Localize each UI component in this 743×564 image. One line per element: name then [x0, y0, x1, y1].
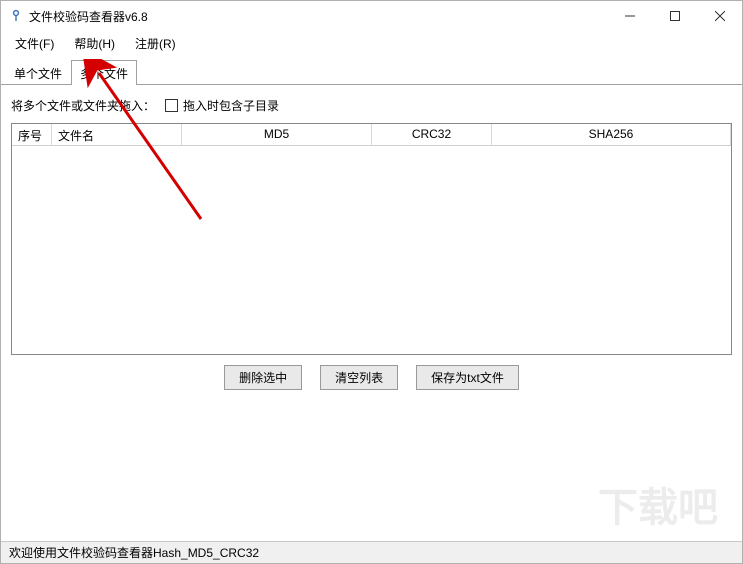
- col-md5[interactable]: MD5: [182, 124, 372, 145]
- delete-selected-button[interactable]: 删除选中: [224, 365, 302, 390]
- title-bar: 文件校验码查看器v6.8: [1, 1, 742, 31]
- status-text: 欢迎使用文件校验码查看器Hash_MD5_CRC32: [9, 544, 259, 561]
- tab-content-multi: 将多个文件或文件夹拖入： 拖入时包含子目录 序号 文件名 MD5 CRC32 S…: [1, 84, 742, 541]
- include-subdir-checkbox[interactable]: [165, 99, 178, 112]
- file-table[interactable]: 序号 文件名 MD5 CRC32 SHA256: [11, 123, 732, 355]
- menu-help[interactable]: 帮助(H): [64, 31, 125, 55]
- window-controls: [607, 1, 742, 31]
- include-subdir-label: 拖入时包含子目录: [183, 97, 279, 114]
- empty-space: [11, 400, 732, 541]
- maximize-button[interactable]: [652, 1, 697, 31]
- minimize-button[interactable]: [607, 1, 652, 31]
- include-subdir-checkbox-wrap[interactable]: 拖入时包含子目录: [165, 97, 279, 114]
- tab-single-file[interactable]: 单个文件: [5, 60, 71, 85]
- menu-file[interactable]: 文件(F): [5, 31, 64, 55]
- instruction-row: 将多个文件或文件夹拖入： 拖入时包含子目录: [11, 93, 732, 117]
- tab-bar: 单个文件 多个文件: [1, 55, 742, 84]
- table-body[interactable]: [12, 146, 731, 354]
- window-title: 文件校验码查看器v6.8: [29, 8, 607, 25]
- app-icon: [9, 9, 23, 23]
- menu-register[interactable]: 注册(R): [125, 31, 186, 55]
- col-seq[interactable]: 序号: [12, 124, 52, 145]
- status-bar: 欢迎使用文件校验码查看器Hash_MD5_CRC32: [1, 541, 742, 563]
- col-crc32[interactable]: CRC32: [372, 124, 492, 145]
- button-row: 删除选中 清空列表 保存为txt文件: [11, 355, 732, 400]
- clear-list-button[interactable]: 清空列表: [320, 365, 398, 390]
- close-button[interactable]: [697, 1, 742, 31]
- tab-multi-file[interactable]: 多个文件: [71, 60, 137, 85]
- col-sha256[interactable]: SHA256: [492, 124, 731, 145]
- drag-instruction-label: 将多个文件或文件夹拖入：: [11, 97, 155, 114]
- menu-bar: 文件(F) 帮助(H) 注册(R): [1, 31, 742, 55]
- save-txt-button[interactable]: 保存为txt文件: [416, 365, 519, 390]
- table-header: 序号 文件名 MD5 CRC32 SHA256: [12, 124, 731, 146]
- col-filename[interactable]: 文件名: [52, 124, 182, 145]
